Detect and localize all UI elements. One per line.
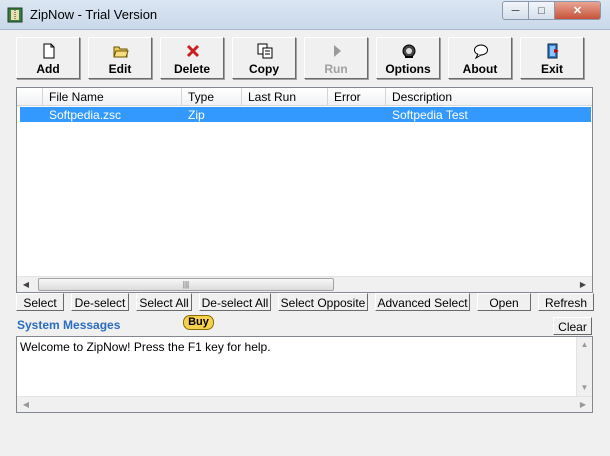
add-button[interactable]: Add	[16, 37, 80, 79]
refresh-button[interactable]: Refresh	[538, 293, 594, 311]
cell-description: Softpedia Test	[392, 108, 468, 122]
system-message-text: Welcome to ZipNow! Press the F1 key for …	[20, 340, 271, 354]
app-icon	[7, 7, 23, 23]
system-messages-label: System Messages	[17, 318, 121, 332]
window-title: ZipNow - Trial Version	[30, 7, 158, 22]
file-list[interactable]: File Name Type Last Run Error Descriptio…	[16, 87, 593, 293]
title-bar[interactable]: ZipNow - Trial Version ─ □ ✕	[0, 0, 610, 30]
advanced-select-button[interactable]: Advanced Select	[375, 293, 470, 311]
scroll-right-icon[interactable]: ▶	[576, 399, 590, 411]
document-icon	[43, 43, 55, 59]
edit-label: Edit	[108, 62, 132, 76]
column-header-type[interactable]: Type	[182, 88, 242, 106]
minimize-icon: ─	[511, 4, 520, 17]
run-label: Run	[324, 62, 348, 76]
table-row[interactable]: Softpedia.zsc Zip Softpedia Test	[20, 107, 591, 122]
select-opposite-button[interactable]: Select Opposite	[278, 293, 368, 311]
scroll-thumb[interactable]: |||	[38, 278, 334, 291]
select-button[interactable]: Select	[16, 293, 64, 311]
column-header-file-name[interactable]: File Name	[43, 88, 182, 106]
system-messages-box[interactable]: Welcome to ZipNow! Press the F1 key for …	[16, 336, 593, 413]
exit-button[interactable]: Exit	[520, 37, 584, 79]
add-label: Add	[36, 62, 60, 76]
play-icon	[334, 45, 341, 57]
about-button[interactable]: About	[448, 37, 512, 79]
scroll-down-icon[interactable]: ▼	[578, 382, 591, 394]
selection-button-row: Select De-select Select All De-select Al…	[16, 293, 594, 311]
list-horizontal-scrollbar[interactable]: ◀ ||| ▶	[17, 276, 592, 292]
column-header-blank[interactable]	[17, 88, 43, 106]
options-label: Options	[385, 62, 431, 76]
buy-button[interactable]: Buy	[183, 315, 214, 330]
edit-button[interactable]: Edit	[88, 37, 152, 79]
minimize-button[interactable]: ─	[502, 1, 529, 20]
delete-button[interactable]: Delete	[160, 37, 224, 79]
close-button[interactable]: ✕	[554, 1, 601, 20]
delete-x-icon	[186, 44, 200, 58]
copy-label: Copy	[249, 62, 279, 76]
scroll-left-icon[interactable]: ◀	[19, 399, 33, 411]
column-header-description[interactable]: Description	[386, 88, 592, 106]
toolbar: Add Edit Delete Copy Run Options About E…	[16, 37, 594, 80]
scroll-left-icon[interactable]: ◀	[19, 279, 33, 291]
close-icon: ✕	[572, 5, 583, 17]
deselect-all-button[interactable]: De-select All	[199, 293, 271, 311]
clear-button[interactable]: Clear	[553, 317, 592, 335]
folder-open-icon	[113, 46, 129, 58]
about-label: About	[462, 62, 498, 76]
cell-file-name: Softpedia.zsc	[49, 108, 122, 122]
open-button[interactable]: Open	[477, 293, 531, 311]
options-icon	[402, 44, 416, 58]
speech-bubble-icon	[474, 44, 488, 59]
cell-type: Zip	[188, 108, 205, 122]
messages-vertical-scrollbar[interactable]: ▲ ▼	[576, 337, 592, 396]
exit-door-icon	[547, 43, 559, 59]
maximize-icon: □	[538, 4, 545, 17]
maximize-button[interactable]: □	[528, 1, 555, 20]
options-button[interactable]: Options	[376, 37, 440, 79]
copy-button[interactable]: Copy	[232, 37, 296, 79]
messages-horizontal-scrollbar[interactable]: ◀ ▶	[17, 396, 592, 412]
scroll-up-icon[interactable]: ▲	[578, 339, 591, 351]
select-all-button[interactable]: Select All	[136, 293, 192, 311]
deselect-button[interactable]: De-select	[71, 293, 129, 311]
exit-label: Exit	[540, 62, 563, 76]
column-header-error[interactable]: Error	[328, 88, 386, 106]
column-header-last-run[interactable]: Last Run	[242, 88, 328, 106]
delete-label: Delete	[173, 62, 211, 76]
copy-icon	[257, 43, 273, 59]
run-button[interactable]: Run	[304, 37, 368, 79]
scroll-right-icon[interactable]: ▶	[576, 279, 590, 291]
list-header: File Name Type Last Run Error Descriptio…	[17, 88, 592, 106]
